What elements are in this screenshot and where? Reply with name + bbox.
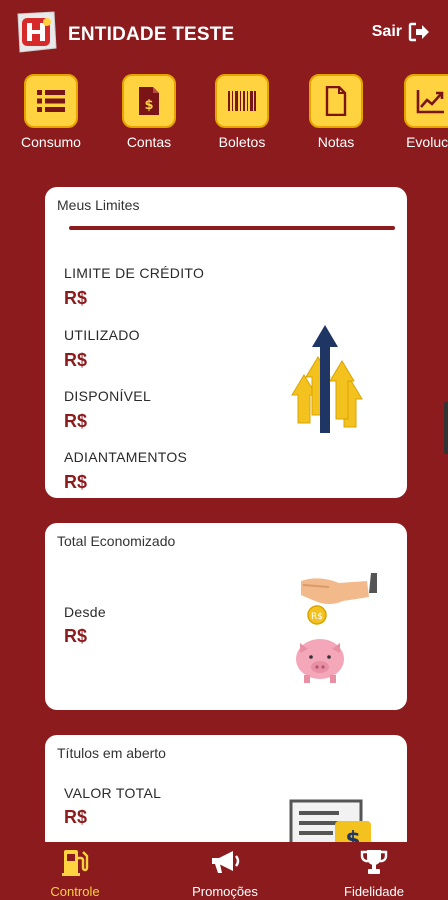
svg-text:$: $ xyxy=(144,98,153,113)
quick-action-contas[interactable]: $ Contas xyxy=(103,74,195,150)
used-label: UTILIZADO xyxy=(64,327,140,343)
used-value: R$ xyxy=(64,350,88,370)
since-label: Desde xyxy=(64,604,106,620)
total-value: R$ xyxy=(64,807,88,827)
fuel-pump-icon xyxy=(62,850,89,876)
advances-value: R$ xyxy=(64,472,88,492)
exit-label: Sair xyxy=(371,23,402,40)
exit-button[interactable]: Sair xyxy=(372,22,430,42)
quick-action-tile xyxy=(309,74,363,128)
quick-actions-bar: Consumo $ Contas Boletos Notas Evoluc xyxy=(0,74,448,158)
invoice-dollar-icon: $ xyxy=(139,87,159,115)
credit-limit-label: LIMITE DE CRÉDITO xyxy=(64,265,205,281)
card-divider xyxy=(69,226,395,230)
limits-card[interactable]: Meus Limites LIMITE DE CRÉDITO R$ UTILIZ… xyxy=(45,187,407,498)
advances-label: ADIANTAMENTOS xyxy=(64,449,188,465)
card-title: Total Economizado xyxy=(57,533,176,549)
app-header: ENTIDADE TESTE Sair xyxy=(0,0,448,66)
total-value-label: VALOR TOTAL xyxy=(64,785,162,801)
card-title: Títulos em aberto xyxy=(57,745,166,761)
app-logo-icon xyxy=(17,11,57,53)
list-icon xyxy=(37,90,65,112)
barcode-icon xyxy=(228,91,256,111)
nav-label: Controle xyxy=(50,884,100,899)
nav-item-promocoes[interactable]: Promoções xyxy=(160,842,290,900)
available-label: DISPONÍVEL xyxy=(64,388,152,404)
bottom-navigation: Controle Promoções Fidelidade xyxy=(0,842,448,900)
quick-action-notas[interactable]: Notas xyxy=(290,74,382,150)
quick-action-label: Evoluca xyxy=(406,134,448,150)
nav-item-fidelidade[interactable]: Fidelidade xyxy=(309,842,439,900)
quick-action-tile: $ xyxy=(122,74,176,128)
app-title: ENTIDADE TESTE xyxy=(68,24,235,45)
available-value: R$ xyxy=(64,411,88,431)
quick-action-label: Boletos xyxy=(218,134,266,150)
trophy-icon xyxy=(360,850,388,874)
quick-action-tile xyxy=(215,74,269,128)
savings-card[interactable]: Total Economizado Desde R$ R$ xyxy=(45,523,407,710)
nav-label: Promoções xyxy=(192,884,258,899)
svg-text:R$: R$ xyxy=(311,612,323,622)
card-title: Meus Limites xyxy=(57,197,140,213)
document-icon xyxy=(325,86,347,116)
quick-action-label: Contas xyxy=(126,134,172,150)
quick-action-label: Notas xyxy=(317,134,355,150)
growth-arrows-icon xyxy=(291,325,363,433)
quick-action-label: Consumo xyxy=(21,134,81,150)
megaphone-icon xyxy=(212,851,240,873)
sign-out-icon xyxy=(408,22,429,42)
quick-action-boletos[interactable]: Boletos xyxy=(196,74,288,150)
credit-limit-value: R$ xyxy=(64,288,88,308)
savings-value: R$ xyxy=(64,626,88,646)
chart-line-icon xyxy=(416,90,444,114)
nav-label: Fidelidade xyxy=(344,884,404,899)
scroll-edge-handle[interactable] xyxy=(444,402,448,454)
quick-action-consumo[interactable]: Consumo xyxy=(5,74,97,150)
quick-action-tile xyxy=(404,74,448,128)
quick-action-evolucao[interactable]: Evoluca xyxy=(385,74,448,150)
quick-action-tile xyxy=(24,74,78,128)
piggy-bank-icon xyxy=(296,639,344,683)
nav-item-controle[interactable]: Controle xyxy=(10,842,140,900)
